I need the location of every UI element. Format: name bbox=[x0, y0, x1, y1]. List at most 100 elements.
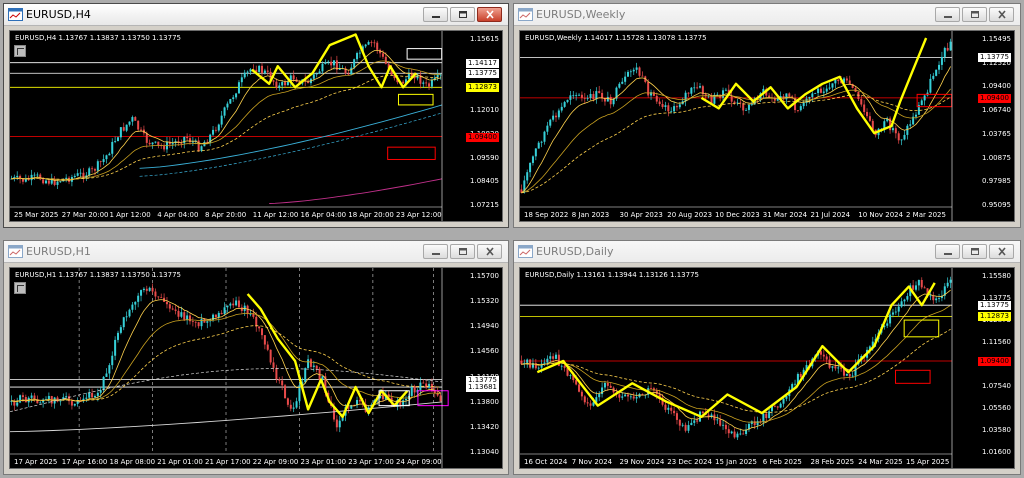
candle-body bbox=[76, 173, 79, 176]
candle-body bbox=[148, 287, 151, 291]
moving-average-line bbox=[521, 289, 951, 431]
candle-body bbox=[598, 91, 601, 93]
candle-body bbox=[70, 401, 73, 406]
candle-body bbox=[903, 134, 906, 140]
time-axis-label: 24 Apr 09:00 bbox=[396, 458, 442, 466]
minimize-icon bbox=[944, 16, 952, 18]
candle-body bbox=[128, 309, 131, 317]
candle-body bbox=[157, 296, 160, 298]
close-button[interactable] bbox=[989, 7, 1014, 22]
candle-body bbox=[413, 386, 416, 393]
candle-body bbox=[693, 87, 696, 89]
zone-rectangle[interactable] bbox=[397, 93, 434, 106]
candle-body bbox=[76, 401, 79, 404]
candle-body bbox=[292, 75, 295, 80]
candle-body bbox=[589, 403, 592, 406]
candle-body bbox=[44, 180, 48, 184]
candle-body bbox=[114, 141, 117, 142]
candle-body bbox=[402, 400, 405, 405]
minimize-button[interactable] bbox=[935, 7, 960, 22]
close-button[interactable] bbox=[989, 244, 1014, 259]
candle-body bbox=[16, 402, 19, 406]
price-axis-label: 1.08405 bbox=[470, 177, 499, 186]
candle-body bbox=[733, 431, 736, 438]
candle-body bbox=[111, 355, 114, 366]
zone-rectangle[interactable] bbox=[406, 48, 443, 60]
candle-body bbox=[183, 136, 186, 144]
candle-body bbox=[580, 94, 583, 98]
candle-body bbox=[554, 354, 558, 359]
candle-body bbox=[894, 311, 897, 313]
candle-body bbox=[338, 420, 341, 428]
zone-rectangle[interactable] bbox=[387, 146, 436, 160]
window-titlebar[interactable]: EURUSD,H1 bbox=[4, 241, 508, 263]
candle-body bbox=[543, 131, 546, 142]
candle-body bbox=[258, 65, 261, 72]
price-tag: 1.13775 bbox=[466, 69, 499, 79]
candle-body bbox=[906, 296, 909, 300]
candle-body bbox=[834, 79, 837, 84]
candle-body bbox=[347, 73, 350, 75]
candle-body bbox=[799, 374, 802, 378]
chart-window-weekly[interactable]: EURUSD,Weekly EURUSD,Weekly 1.14017 1.15… bbox=[513, 3, 1021, 228]
chart-area[interactable]: EURUSD,H4 1.13767 1.13837 1.13750 1.1377… bbox=[9, 30, 503, 222]
price-tag: 1.13681 bbox=[466, 383, 499, 393]
minimize-button[interactable] bbox=[423, 7, 448, 22]
candle-body bbox=[618, 394, 621, 398]
candle-body bbox=[837, 79, 840, 82]
window-titlebar[interactable]: EURUSD,Daily bbox=[514, 241, 1020, 263]
candle-body bbox=[693, 420, 696, 423]
candle-body bbox=[638, 67, 641, 76]
close-icon bbox=[998, 10, 1006, 19]
chart-area[interactable]: EURUSD,Weekly 1.14017 1.15728 1.13078 1.… bbox=[519, 30, 1015, 222]
chart-area[interactable]: EURUSD,H1 1.13767 1.13837 1.13750 1.1377… bbox=[9, 267, 503, 469]
candle-body bbox=[125, 124, 128, 131]
minimize-icon bbox=[944, 253, 952, 255]
minimize-button[interactable] bbox=[935, 244, 960, 259]
candle-body bbox=[93, 395, 96, 398]
candle-body bbox=[249, 69, 252, 72]
candle-body bbox=[819, 351, 822, 355]
candle-body bbox=[327, 61, 330, 63]
restore-button[interactable] bbox=[450, 244, 475, 259]
minimize-button[interactable] bbox=[423, 244, 448, 259]
candle-body bbox=[39, 402, 42, 404]
candle-body bbox=[785, 93, 788, 100]
candle-body bbox=[583, 396, 586, 403]
restore-button[interactable] bbox=[962, 7, 987, 22]
chart-window-h4[interactable]: EURUSD,H4 EURUSD,H4 1.13767 1.13837 1.13… bbox=[3, 3, 509, 228]
close-button[interactable] bbox=[477, 244, 502, 259]
candle-body bbox=[36, 174, 39, 176]
candle-body bbox=[439, 395, 442, 402]
close-button[interactable] bbox=[477, 7, 502, 22]
candle-body bbox=[281, 380, 284, 386]
candle-body bbox=[125, 316, 128, 318]
candle-body bbox=[422, 82, 425, 84]
chart-area[interactable]: EURUSD,Daily 1.13161 1.13944 1.13126 1.1… bbox=[519, 267, 1015, 469]
candle-body bbox=[747, 104, 750, 110]
candle-body bbox=[837, 367, 840, 369]
candle-body bbox=[923, 287, 926, 289]
candle-body bbox=[938, 64, 941, 70]
chart-window-h1[interactable]: EURUSD,H1 EURUSD,H1 1.13767 1.13837 1.13… bbox=[3, 240, 509, 475]
candle-body bbox=[88, 168, 91, 176]
one-click-trading-toggle[interactable] bbox=[14, 45, 26, 57]
candle-body bbox=[249, 313, 252, 315]
candle-body bbox=[266, 344, 269, 350]
candle-body bbox=[116, 137, 120, 142]
one-click-trading-toggle[interactable] bbox=[14, 282, 26, 294]
price-tag: 1.09400 bbox=[978, 93, 1011, 103]
window-titlebar[interactable]: EURUSD,H4 bbox=[4, 4, 508, 26]
candle-body bbox=[762, 413, 765, 423]
chart-window-daily[interactable]: EURUSD,Daily EURUSD,Daily 1.13161 1.1394… bbox=[513, 240, 1021, 475]
candle-body bbox=[563, 365, 566, 368]
zone-rectangle[interactable] bbox=[895, 369, 931, 384]
candle-body bbox=[667, 105, 670, 112]
zone-rectangle[interactable] bbox=[903, 319, 940, 338]
price-plot bbox=[10, 268, 449, 468]
window-titlebar[interactable]: EURUSD,Weekly bbox=[514, 4, 1020, 26]
restore-button[interactable] bbox=[450, 7, 475, 22]
restore-button[interactable] bbox=[962, 244, 987, 259]
time-axis-label: 24 Mar 2025 bbox=[858, 458, 903, 466]
restore-icon bbox=[971, 248, 979, 255]
